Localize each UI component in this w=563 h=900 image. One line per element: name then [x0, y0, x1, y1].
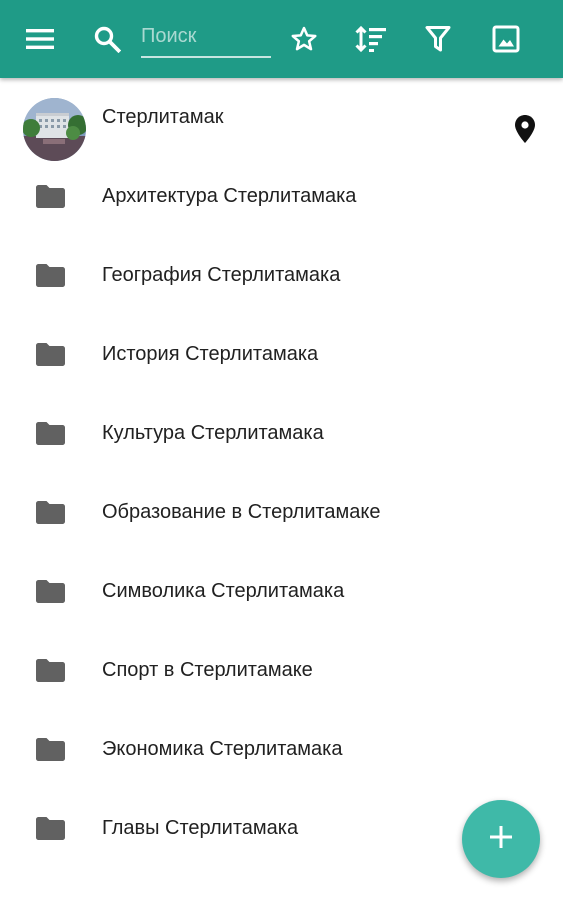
city-photo-avatar — [23, 98, 86, 161]
search-icon[interactable] — [87, 19, 127, 59]
location-pin-icon[interactable] — [515, 115, 535, 148]
folder-icon — [35, 737, 66, 767]
star-icon[interactable] — [284, 19, 324, 59]
add-button[interactable] — [462, 800, 540, 878]
list-item-folder[interactable]: История Стерлитамака — [0, 315, 563, 394]
list-item-folder[interactable]: Культура Стерлитамака — [0, 394, 563, 473]
list-item-folder[interactable]: Образование в Стерлитамаке — [0, 473, 563, 552]
folder-icon — [35, 816, 66, 846]
folder-icon — [35, 184, 66, 214]
list-item-label: Образование в Стерлитамаке — [102, 501, 381, 523]
app-toolbar — [0, 0, 563, 78]
list-item-label: Стерлитамак — [102, 106, 224, 128]
list-item-label: Экономика Стерлитамака — [102, 738, 343, 760]
folder-icon — [35, 421, 66, 451]
list-item-label: Символика Стерлитамака — [102, 580, 345, 602]
list-item-city[interactable]: Стерлитамак — [0, 78, 563, 161]
image-icon[interactable] — [486, 19, 526, 59]
list-item-folder[interactable]: Символика Стерлитамака — [0, 552, 563, 631]
list-item-folder[interactable]: География Стерлитамака — [0, 236, 563, 315]
list-item-label: Главы Стерлитамака — [102, 817, 299, 839]
folder-icon — [35, 500, 66, 530]
list-item-label: Культура Стерлитамака — [102, 422, 324, 444]
category-list: Стерлитамак Архитектура Стерлитамака Гео… — [0, 78, 563, 868]
list-item-folder[interactable]: Архитектура Стерлитамака — [0, 157, 563, 236]
list-item-label: География Стерлитамака — [102, 264, 341, 286]
app-screen: Стерлитамак Архитектура Стерлитамака Гео… — [0, 0, 563, 900]
list-item-folder[interactable]: Спорт в Стерлитамаке — [0, 631, 563, 710]
list-item-label: Спорт в Стерлитамаке — [102, 659, 313, 681]
sort-icon[interactable] — [351, 19, 391, 59]
search-field — [141, 18, 271, 58]
search-input[interactable] — [141, 18, 271, 54]
add-icon — [490, 825, 512, 853]
folder-icon — [35, 263, 66, 293]
folder-icon — [35, 342, 66, 372]
list-item-label: История Стерлитамака — [102, 343, 319, 365]
filter-icon[interactable] — [418, 19, 458, 59]
list-item-folder[interactable]: Экономика Стерлитамака — [0, 710, 563, 789]
folder-icon — [35, 658, 66, 688]
list-item-label: Архитектура Стерлитамака — [102, 185, 357, 207]
folder-icon — [35, 579, 66, 609]
menu-icon[interactable] — [20, 19, 60, 59]
